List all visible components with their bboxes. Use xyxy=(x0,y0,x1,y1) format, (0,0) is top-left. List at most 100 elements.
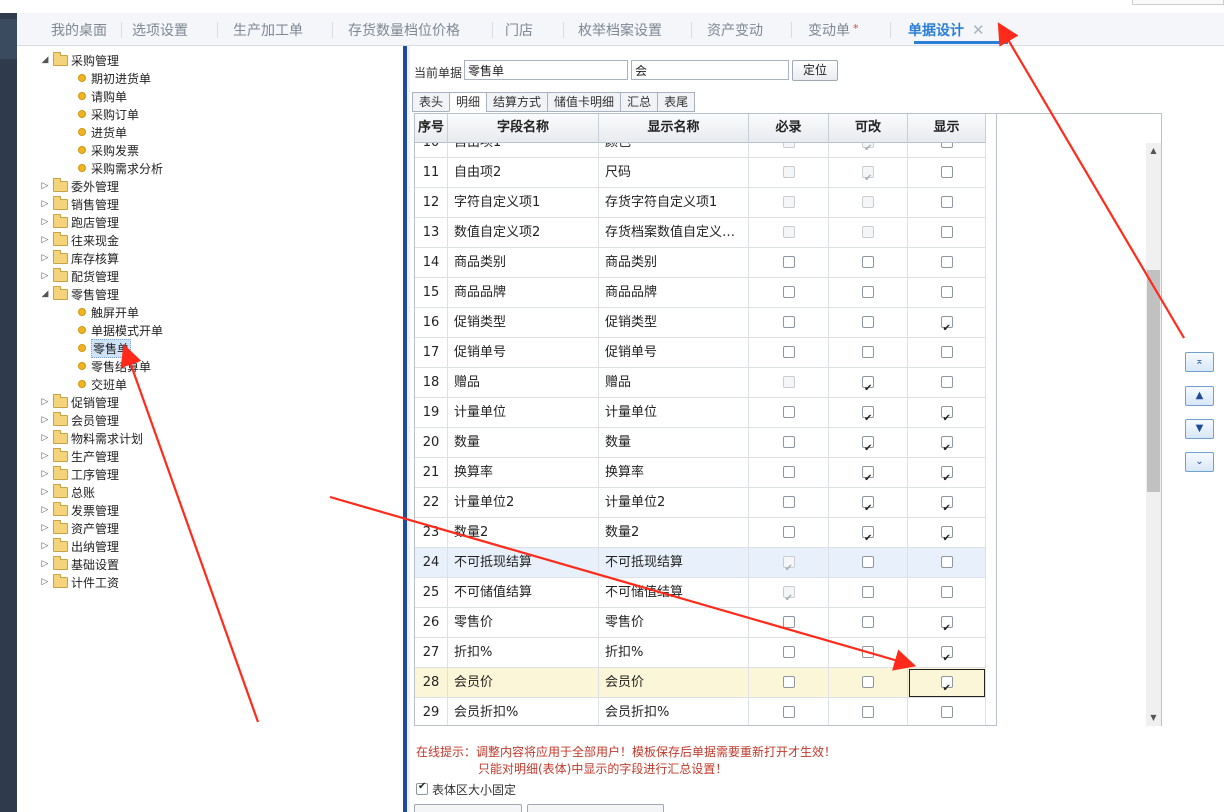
current-bill-input[interactable] xyxy=(464,60,628,80)
expand-icon[interactable]: ▷ xyxy=(39,181,51,191)
subtab-4[interactable]: 储值卡明细 xyxy=(547,92,621,112)
display-name[interactable]: 计量单位2 xyxy=(599,488,749,518)
editable-checkbox[interactable] xyxy=(862,675,874,688)
column-header[interactable]: 可改 xyxy=(829,114,908,143)
editable-checkbox[interactable] xyxy=(862,524,874,548)
show-checkbox[interactable] xyxy=(940,434,953,458)
display-name[interactable]: 促销类型 xyxy=(599,308,749,338)
collapse-icon[interactable]: ◢ xyxy=(39,55,51,65)
move-bottom-button[interactable]: ⌄ xyxy=(1185,452,1214,472)
collapse-icon[interactable]: ◢ xyxy=(39,289,51,299)
show-checkbox[interactable] xyxy=(940,524,953,548)
expand-icon[interactable]: ▷ xyxy=(39,469,51,479)
required-checkbox[interactable] xyxy=(782,345,795,358)
display-name[interactable]: 不可抵现结算 xyxy=(599,548,749,578)
tree-leaf[interactable]: 零售单 xyxy=(78,338,132,358)
display-name[interactable]: 尺码 xyxy=(599,158,749,188)
expand-icon[interactable]: ▷ xyxy=(39,451,51,461)
tab-5[interactable]: 门店 xyxy=(505,20,533,40)
tree-leaf[interactable]: 进货单 xyxy=(78,123,127,141)
tab-4[interactable]: 存货数量档位价格 xyxy=(348,20,460,40)
scroll-up-arrow-icon[interactable]: ▲ xyxy=(1146,143,1161,159)
display-name[interactable]: 存货字符自定义项1 xyxy=(599,188,749,218)
show-checkbox[interactable] xyxy=(940,345,953,358)
table-row[interactable]: 15 商品品牌 商品品牌 xyxy=(415,278,986,308)
tree-leaf[interactable]: 采购订单 xyxy=(78,105,139,123)
subtab-6[interactable]: 表尾 xyxy=(657,92,696,112)
display-name[interactable]: 促销单号 xyxy=(599,338,749,368)
tree-leaf[interactable]: 期初进货单 xyxy=(78,69,151,87)
tab-2[interactable]: 选项设置 xyxy=(132,20,188,40)
table-row[interactable]: 27 折扣% 折扣% xyxy=(415,638,986,668)
expand-icon[interactable]: ▷ xyxy=(39,487,51,497)
editable-checkbox[interactable] xyxy=(862,345,874,358)
show-checkbox[interactable] xyxy=(940,614,953,638)
display-name[interactable]: 会员折扣% xyxy=(599,698,749,725)
tab-7[interactable]: 资产变动 xyxy=(707,20,763,40)
show-checkbox[interactable] xyxy=(940,644,953,668)
move-down-button[interactable]: ▼ xyxy=(1185,419,1214,439)
show-checkbox[interactable] xyxy=(940,585,953,598)
show-checkbox[interactable] xyxy=(940,494,953,518)
expand-icon[interactable]: ▷ xyxy=(39,235,51,245)
tree-folder[interactable]: ▷ 工序管理 xyxy=(39,465,119,483)
required-checkbox[interactable] xyxy=(782,495,795,508)
tree-leaf[interactable]: 采购需求分析 xyxy=(78,159,163,177)
required-checkbox[interactable] xyxy=(782,315,795,328)
show-checkbox[interactable] xyxy=(940,225,953,238)
expand-icon[interactable]: ▷ xyxy=(39,559,51,569)
bottom-action-button-2[interactable] xyxy=(527,804,664,812)
display-name[interactable]: 商品类别 xyxy=(599,248,749,278)
expand-icon[interactable]: ▷ xyxy=(39,199,51,209)
tree-folder[interactable]: ▷ 发票管理 xyxy=(39,501,119,519)
display-name[interactable]: 数量2 xyxy=(599,518,749,548)
expand-icon[interactable]: ▷ xyxy=(39,415,51,425)
display-name[interactable]: 零售价 xyxy=(599,608,749,638)
show-checkbox[interactable] xyxy=(940,674,953,698)
tab-8[interactable]: 变动单 * xyxy=(808,20,859,40)
table-row[interactable]: 24 不可抵现结算 不可抵现结算 xyxy=(415,548,986,578)
column-header[interactable]: 显示名称 xyxy=(599,114,749,143)
tree-leaf[interactable]: 零售结算单 xyxy=(78,357,151,375)
move-up-button[interactable]: ▲ xyxy=(1185,386,1214,406)
field-search-input[interactable] xyxy=(631,60,789,80)
editable-checkbox[interactable] xyxy=(862,464,874,488)
table-row[interactable]: 25 不可储值结算 不可储值结算 xyxy=(415,578,986,608)
tab-1[interactable]: 我的桌面 xyxy=(51,20,107,40)
column-header[interactable]: 必录 xyxy=(749,114,829,143)
table-row[interactable]: 21 换算率 换算率 xyxy=(415,458,986,488)
expand-icon[interactable]: ▷ xyxy=(39,271,51,281)
tree-folder[interactable]: ▷ 促销管理 xyxy=(39,393,119,411)
show-checkbox[interactable] xyxy=(940,555,953,568)
required-checkbox[interactable] xyxy=(782,705,795,718)
table-row[interactable]: 11 自由项2 尺码 xyxy=(415,158,986,188)
show-checkbox[interactable] xyxy=(940,404,953,428)
expand-icon[interactable]: ▷ xyxy=(39,505,51,515)
table-row[interactable]: 22 计量单位2 计量单位2 xyxy=(415,488,986,518)
editable-checkbox[interactable] xyxy=(862,555,874,568)
tree-folder[interactable]: ▷ 生产管理 xyxy=(39,447,119,465)
table-row[interactable]: 29 会员折扣% 会员折扣% xyxy=(415,698,986,725)
tab-9[interactable]: 单据设计 ✕ xyxy=(908,20,985,40)
subtab-1[interactable]: 表头 xyxy=(412,92,450,112)
close-icon[interactable]: ✕ xyxy=(972,21,985,39)
expand-icon[interactable]: ▷ xyxy=(39,397,51,407)
display-name[interactable]: 数量 xyxy=(599,428,749,458)
show-checkbox[interactable] xyxy=(940,705,953,718)
tree-folder[interactable]: ▷ 资产管理 xyxy=(39,519,119,537)
grid-scrollbar[interactable]: ▲ ▼ xyxy=(1146,143,1161,726)
display-name[interactable]: 折扣% xyxy=(599,638,749,668)
fixed-size-checkbox[interactable] xyxy=(416,781,428,795)
required-checkbox[interactable] xyxy=(782,645,795,658)
show-checkbox[interactable] xyxy=(940,464,953,488)
expand-icon[interactable]: ▷ xyxy=(39,217,51,227)
show-checkbox[interactable] xyxy=(940,195,953,208)
tree-folder[interactable]: ◢ 采购管理 xyxy=(39,51,119,69)
table-row[interactable]: 13 数值自定义项2 存货档案数值自定义… xyxy=(415,218,986,248)
required-checkbox[interactable] xyxy=(782,255,795,268)
table-row[interactable]: 14 商品类别 商品类别 xyxy=(415,248,986,278)
editable-checkbox[interactable] xyxy=(862,705,874,718)
tree-folder[interactable]: ▷ 库存核算 xyxy=(39,249,119,267)
tree-folder[interactable]: ▷ 往来现金 xyxy=(39,231,119,249)
tree-leaf[interactable]: 交班单 xyxy=(78,375,127,393)
